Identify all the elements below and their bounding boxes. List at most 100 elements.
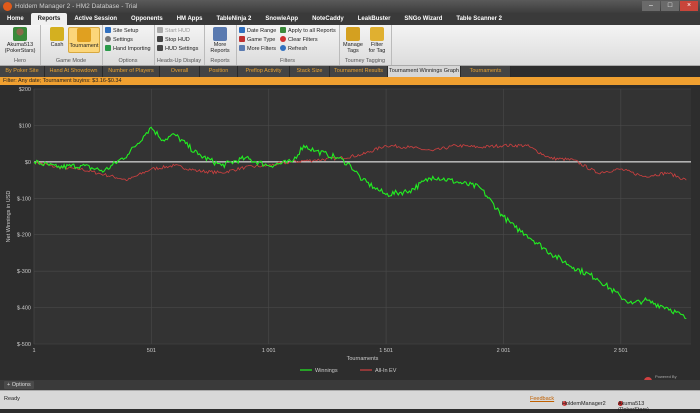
settings-label: Settings bbox=[113, 37, 133, 43]
x-tick-label: 1 bbox=[32, 348, 35, 354]
more-reports-button[interactable]: More Reports bbox=[207, 27, 233, 54]
menu-item-sngo-wizard[interactable]: SNGo Wizard bbox=[397, 13, 449, 25]
refresh-button[interactable]: Refresh bbox=[280, 45, 307, 52]
menu-item-reports[interactable]: Reports bbox=[30, 13, 68, 25]
x-tick-label: 1 501 bbox=[379, 348, 393, 354]
tab-by-poker-site[interactable]: By Poker Site bbox=[0, 66, 45, 77]
group-label: Options bbox=[118, 58, 138, 64]
clear-filters-button[interactable]: Clear Filters bbox=[280, 36, 318, 43]
app-status-label: HoldemManager2 bbox=[562, 401, 606, 407]
more-reports-label-2: Reports bbox=[210, 48, 230, 54]
hero-site: (PokerStars) bbox=[4, 48, 36, 54]
window-controls: – □ × bbox=[642, 1, 698, 11]
filter-icon bbox=[239, 45, 245, 51]
tab-preflop-activity[interactable]: Preflop Activity bbox=[238, 66, 290, 77]
menu-item-hm-apps[interactable]: HM Apps bbox=[170, 13, 210, 25]
menu-item-tableninja-2[interactable]: TableNinja 2 bbox=[209, 13, 258, 25]
filter-tag-label-2: for Tag bbox=[368, 48, 386, 54]
ribbon-group-filters: Date Range Game Type More Filters Apply … bbox=[236, 25, 340, 65]
menu-item-table-scanner-2[interactable]: Table Scanner 2 bbox=[449, 13, 509, 25]
x-tick-label: 501 bbox=[147, 348, 156, 354]
clear-filters-label: Clear Filters bbox=[288, 37, 318, 43]
options-bar: + Options bbox=[0, 380, 700, 390]
x-tick-label: 1 001 bbox=[262, 348, 276, 354]
ribbon-group-reports: More Reports Reports bbox=[204, 25, 237, 65]
menu-item-home[interactable]: Home bbox=[0, 13, 31, 25]
close-icon[interactable]: × bbox=[680, 1, 698, 11]
refresh-icon bbox=[280, 45, 286, 51]
stop-icon bbox=[157, 36, 163, 42]
settings-button[interactable]: Settings bbox=[105, 36, 133, 43]
hud-settings-icon bbox=[157, 45, 163, 51]
options-label: Options bbox=[11, 382, 31, 388]
hud-settings-button[interactable]: HUD Settings bbox=[157, 45, 198, 52]
menu-item-notecaddy[interactable]: NoteCaddy bbox=[305, 13, 351, 25]
y-tick-label: $-400 bbox=[17, 306, 31, 312]
stop-hud-button[interactable]: Stop HUD bbox=[157, 36, 190, 43]
x-tick-label: 2 001 bbox=[497, 348, 511, 354]
window-title: Holdem Manager 2 - HM2 Database - Trial bbox=[15, 3, 138, 10]
group-label: Game Mode bbox=[55, 58, 87, 64]
filter-tag-button[interactable]: Filter for Tag bbox=[366, 27, 388, 54]
report-tabs: By Poker Site Hand At Showdown Number of P… bbox=[0, 66, 700, 77]
tab-position[interactable]: Position bbox=[200, 66, 238, 77]
player-status-label: Akuma513 (PokerStars) bbox=[618, 401, 649, 413]
stop-hud-label: Stop HUD bbox=[165, 37, 190, 43]
chart-area: $200 $100 $0 $-100 $-200 $-300 $-400 $-500 1 501 1… bbox=[0, 85, 700, 386]
menu-item-leakbuster[interactable]: LeakBuster bbox=[351, 13, 398, 25]
feedback-link[interactable]: Feedback bbox=[530, 396, 554, 402]
status-bar: Ready Feedback HoldemManager2 Akuma513 (… bbox=[0, 390, 700, 413]
tab-overall[interactable]: Overall bbox=[160, 66, 200, 77]
hand-importing-label: Hand Importing bbox=[113, 46, 151, 52]
import-icon bbox=[105, 45, 111, 51]
apply-all-button[interactable]: Apply to all Reports bbox=[280, 27, 336, 34]
site-setup-icon bbox=[105, 27, 111, 33]
filter-summary: Filter: Any date; Tournament buyins: $3.… bbox=[0, 77, 700, 85]
hero-button[interactable]: Akuma513 (PokerStars) bbox=[2, 27, 38, 54]
y-tick-label: $0 bbox=[25, 160, 31, 166]
group-label: Filters bbox=[280, 58, 295, 64]
more-filters-button[interactable]: More Filters bbox=[239, 45, 276, 52]
tab-number-of-players[interactable]: Number of Players bbox=[103, 66, 160, 77]
options-button[interactable]: + Options bbox=[4, 381, 34, 389]
apply-icon bbox=[280, 27, 286, 33]
tournament-button[interactable]: Tournament bbox=[68, 27, 100, 53]
y-tick-label: $-100 bbox=[17, 196, 31, 202]
report-icon bbox=[213, 27, 227, 41]
site-setup-button[interactable]: Site Setup bbox=[105, 27, 138, 34]
ribbon: Akuma513 (PokerStars) Hero Cash Tourname… bbox=[0, 25, 700, 66]
tab-tournament-results[interactable]: Tournament Results bbox=[330, 66, 388, 77]
ribbon-group-tags: Manage Tags Filter for Tag Tourney Taggi… bbox=[339, 25, 392, 65]
hud-settings-label: HUD Settings bbox=[165, 46, 199, 52]
tournament-label: Tournament bbox=[69, 43, 99, 49]
clear-icon bbox=[280, 36, 286, 42]
tab-stack-size[interactable]: Stack Size bbox=[290, 66, 330, 77]
hand-importing-button[interactable]: Hand Importing bbox=[105, 45, 151, 52]
start-hud-label: Start HUD bbox=[165, 28, 191, 34]
start-hud-button[interactable]: Start HUD bbox=[157, 27, 190, 34]
menu-item-active-session[interactable]: Active Session bbox=[67, 13, 124, 25]
tag-icon bbox=[346, 27, 360, 41]
cash-icon bbox=[50, 27, 64, 41]
cash-button[interactable]: Cash bbox=[48, 27, 66, 48]
tab-tournaments[interactable]: Tournaments bbox=[461, 66, 511, 77]
manage-tags-button[interactable]: Manage Tags bbox=[342, 27, 364, 54]
menu-item-opponents[interactable]: Opponents bbox=[124, 13, 170, 25]
tab-hand-at-showdown[interactable]: Hand At Showdown bbox=[45, 66, 103, 77]
minimize-icon[interactable]: – bbox=[642, 1, 660, 11]
tab-tournament-winnings-graph[interactable]: Tournament Winnings Graph bbox=[388, 66, 461, 77]
date-range-button[interactable]: Date Range bbox=[239, 27, 276, 34]
watermark-line1: Powered By bbox=[655, 374, 677, 379]
y-axis-label: Net Winnings in USD bbox=[6, 191, 12, 243]
y-tick-label: $200 bbox=[19, 87, 31, 93]
game-type-button[interactable]: Game Type bbox=[239, 36, 275, 43]
legend-entry: Winnings bbox=[315, 368, 338, 374]
ribbon-group-hud: Start HUD Stop HUD HUD Settings Heads-Up… bbox=[154, 25, 205, 65]
maximize-icon[interactable]: □ bbox=[661, 1, 679, 11]
group-label: Reports bbox=[210, 58, 230, 64]
x-tick-label: 2 501 bbox=[614, 348, 628, 354]
legend-entry: All-In EV bbox=[375, 368, 397, 374]
plot-background bbox=[34, 89, 691, 344]
title-bar: Holdem Manager 2 - HM2 Database - Trial … bbox=[0, 0, 700, 13]
menu-item-snowieapp[interactable]: SnowieApp bbox=[258, 13, 305, 25]
